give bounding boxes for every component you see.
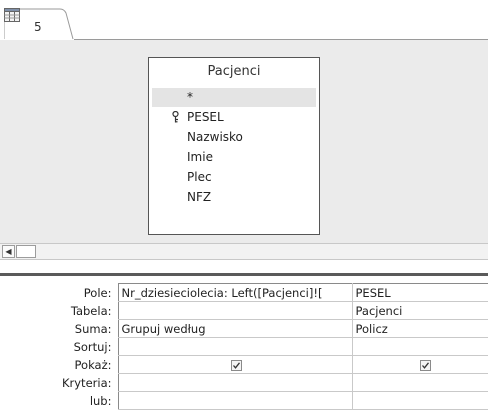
grid-cell-sort-2[interactable] <box>351 337 488 356</box>
grid-cell-table-2[interactable]: Pacjenci <box>351 301 488 320</box>
field-item-imie[interactable]: Imie <box>149 147 319 167</box>
query-design-icon <box>4 8 20 22</box>
show-checkbox-2[interactable] <box>420 359 431 371</box>
tab-label: 5 <box>34 20 42 34</box>
grid-row-sort: Sortuj: <box>0 337 488 356</box>
field-label: Nazwisko <box>187 130 243 144</box>
query-design-grid: Pole: Nr_dziesieciolecia: Left([Pacjenci… <box>0 283 488 410</box>
query-design-pane[interactable]: Pacjenci * PESEL Nazwisko Imie Plec NFZ <box>0 40 488 243</box>
row-label-criteria: Kryteria: <box>61 375 112 390</box>
row-label-show: Pokaż: <box>74 357 112 372</box>
field-label: PESEL <box>187 110 224 124</box>
field-list: * PESEL Nazwisko Imie Plec NFZ <box>149 88 319 207</box>
horizontal-scrollbar[interactable]: ◀ <box>0 243 488 260</box>
grid-row-table: Tabela: Pacjenci <box>0 301 488 320</box>
query-grid-pane: Pole: Nr_dziesieciolecia: Left([Pacjenci… <box>0 276 488 419</box>
grid-row-or: lub: <box>0 391 488 410</box>
field-item-plec[interactable]: Plec <box>149 167 319 187</box>
row-label-total: Suma: <box>74 321 112 336</box>
grid-cell-criteria-1[interactable] <box>117 373 353 392</box>
row-label-field: Pole: <box>83 285 112 300</box>
pane-splitter[interactable] <box>0 260 488 276</box>
grid-cell-total-2[interactable]: Policz <box>351 319 488 338</box>
checkmark-icon <box>233 361 241 369</box>
field-label: Plec <box>187 170 212 184</box>
field-item-all[interactable]: * <box>152 88 316 107</box>
grid-cell-or-2[interactable] <box>351 391 488 410</box>
checkmark-icon <box>422 361 430 369</box>
grid-cell-criteria-2[interactable] <box>351 373 488 392</box>
row-label-table: Tabela: <box>70 303 112 318</box>
show-checkbox-1[interactable] <box>231 359 242 371</box>
grid-cell-table-1[interactable] <box>117 301 353 320</box>
row-label-or: lub: <box>89 393 112 408</box>
row-label-sort: Sortuj: <box>73 339 112 354</box>
field-item-nazwisko[interactable]: Nazwisko <box>149 127 319 147</box>
grid-row-field: Pole: Nr_dziesieciolecia: Left([Pacjenci… <box>0 283 488 302</box>
field-label: * <box>187 90 193 104</box>
field-label: Imie <box>187 150 213 164</box>
grid-cell-total-1[interactable]: Grupuj według <box>117 319 353 338</box>
grid-cell-show-1 <box>117 355 353 374</box>
scrollbar-thumb[interactable] <box>16 245 36 258</box>
grid-row-total: Suma: Grupuj według Policz <box>0 319 488 338</box>
grid-row-show: Pokaż: <box>0 355 488 374</box>
scroll-left-icon[interactable]: ◀ <box>2 245 15 258</box>
field-item-nfz[interactable]: NFZ <box>149 187 319 207</box>
grid-cell-or-1[interactable] <box>117 391 353 410</box>
field-list-title[interactable]: Pacjenci <box>149 64 319 79</box>
grid-cell-field-2[interactable]: PESEL <box>351 283 488 302</box>
grid-cell-sort-1[interactable] <box>117 337 353 356</box>
grid-row-criteria: Kryteria: <box>0 373 488 392</box>
field-label: NFZ <box>187 190 212 204</box>
grid-cell-show-2 <box>351 355 488 374</box>
document-tab-bar: 5 <box>0 0 488 40</box>
tab-query-5[interactable]: 5 <box>4 8 74 40</box>
field-item-pesel[interactable]: PESEL <box>149 107 319 127</box>
primary-key-icon <box>172 111 179 123</box>
field-list-window[interactable]: Pacjenci * PESEL Nazwisko Imie Plec NFZ <box>148 57 320 235</box>
grid-cell-field-1[interactable]: Nr_dziesieciolecia: Left([Pacjenci]![ <box>117 283 353 302</box>
